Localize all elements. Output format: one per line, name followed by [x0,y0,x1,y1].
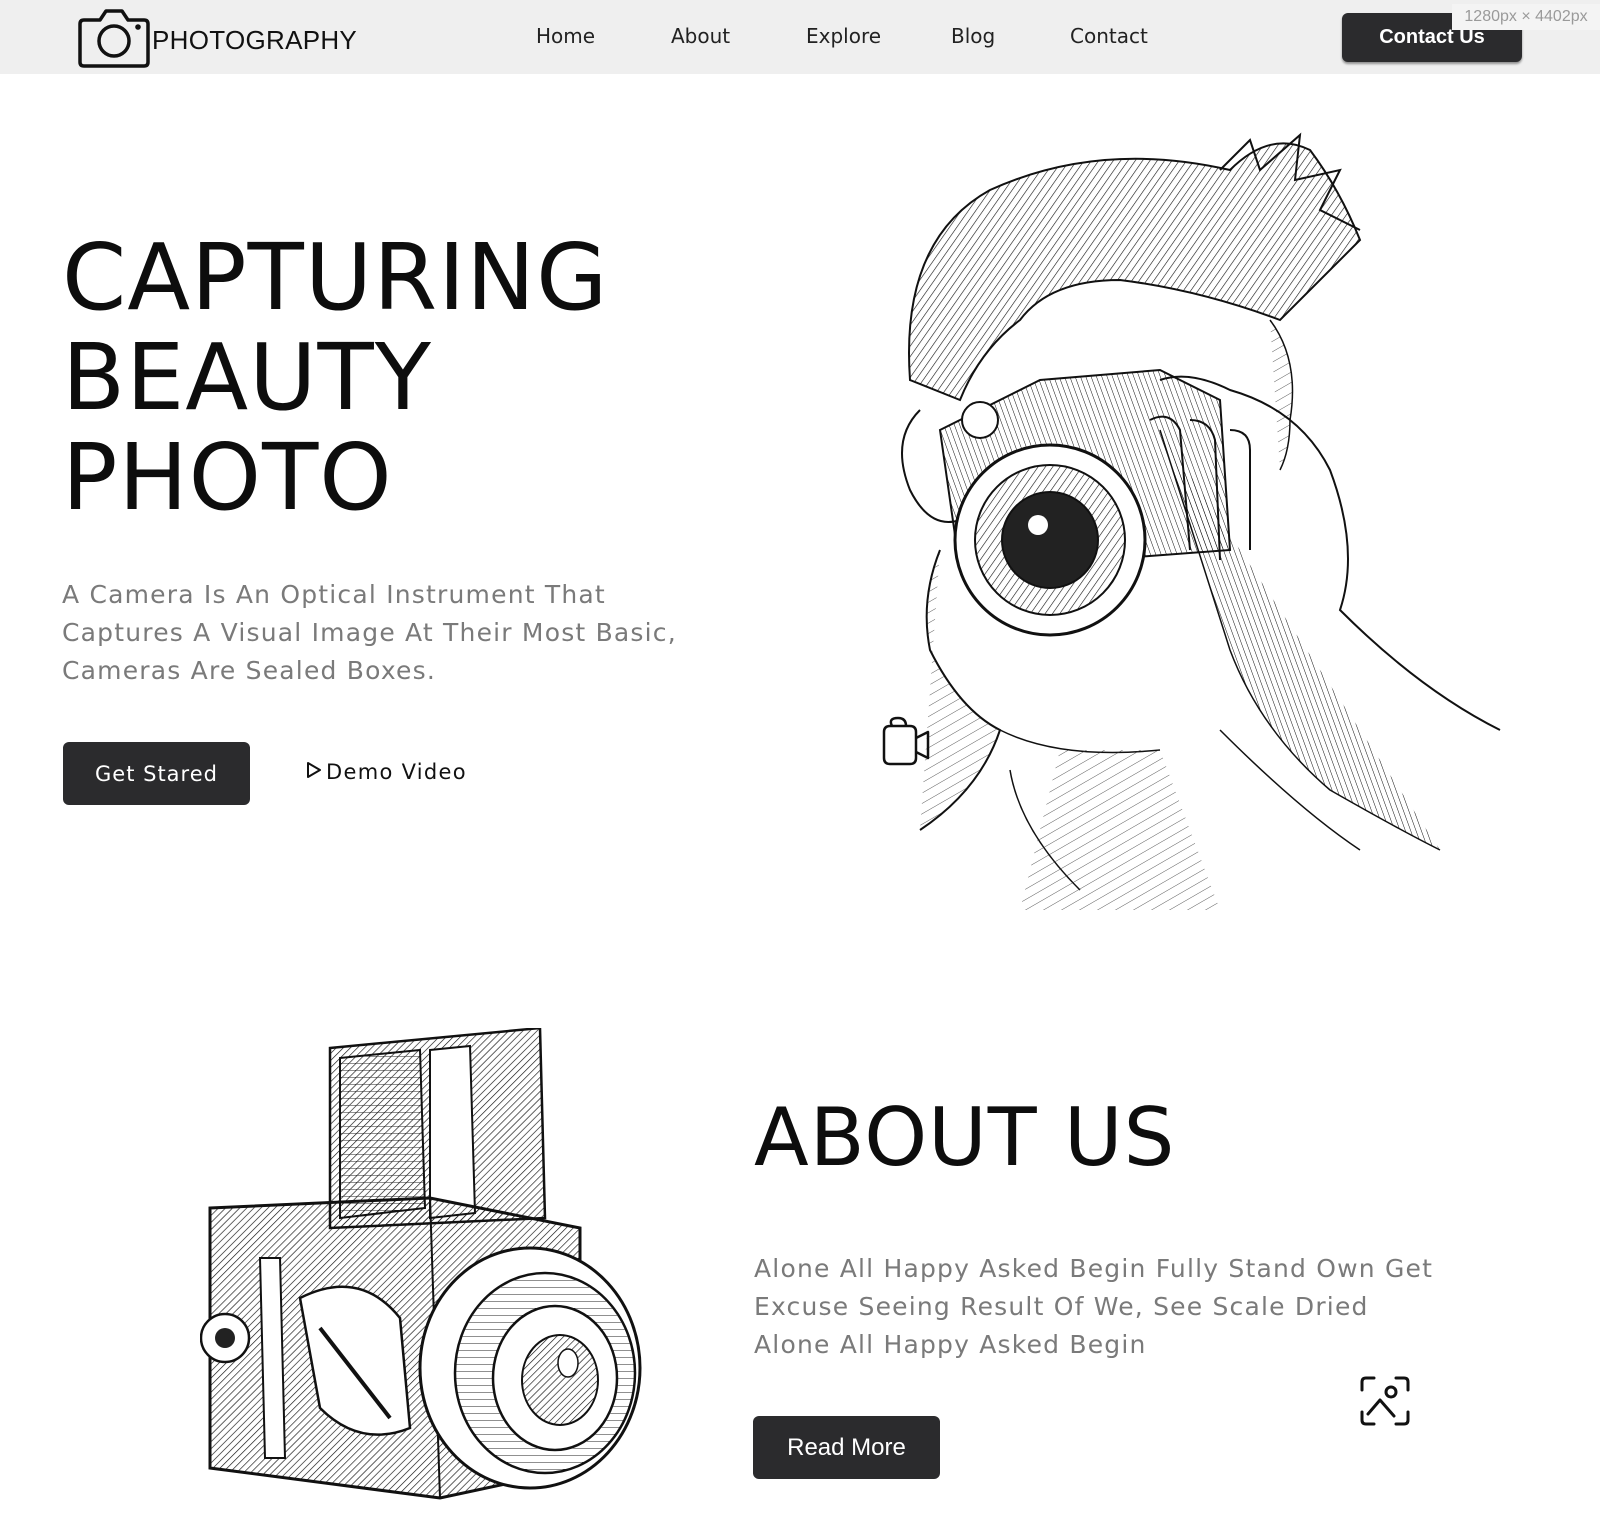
demo-video-button[interactable]: Demo Video [306,760,467,784]
about-title: ABOUT US [754,1091,1176,1184]
brand-logo[interactable]: PHOTOGRAPHY [76,8,357,72]
nav-contact[interactable]: Contact [1070,24,1148,48]
nav-about[interactable]: About [671,24,730,48]
camera-icon [76,8,152,72]
face-scan-icon [1358,1374,1412,1432]
play-icon [306,760,326,784]
viewport-size-badge: 1280px × 4402px [1452,4,1600,30]
photographer-illustration [900,130,1540,924]
demo-video-label: Demo Video [326,760,467,784]
hero-title: CAPTURING BEAUTY PHOTO [62,228,608,528]
read-more-button[interactable]: Read More [753,1416,940,1479]
nav-home[interactable]: Home [536,24,595,48]
hero-title-line: CAPTURING [62,224,609,331]
hero-title-line: BEAUTY [62,324,432,431]
top-header: PHOTOGRAPHY Home About Explore Blog Cont… [0,0,1600,74]
video-camera-icon [880,716,932,770]
vintage-camera-illustration [199,1026,650,1512]
nav-blog[interactable]: Blog [951,24,995,48]
get-started-button[interactable]: Get Stared [63,742,250,805]
about-description: Alone All Happy Asked Begin Fully Stand … [754,1254,1434,1359]
hero-description: A Camera Is An Optical Instrument That C… [62,580,677,685]
hero-title-line: PHOTO [62,424,393,531]
brand-name: PHOTOGRAPHY [152,24,358,55]
nav-explore[interactable]: Explore [806,24,881,48]
